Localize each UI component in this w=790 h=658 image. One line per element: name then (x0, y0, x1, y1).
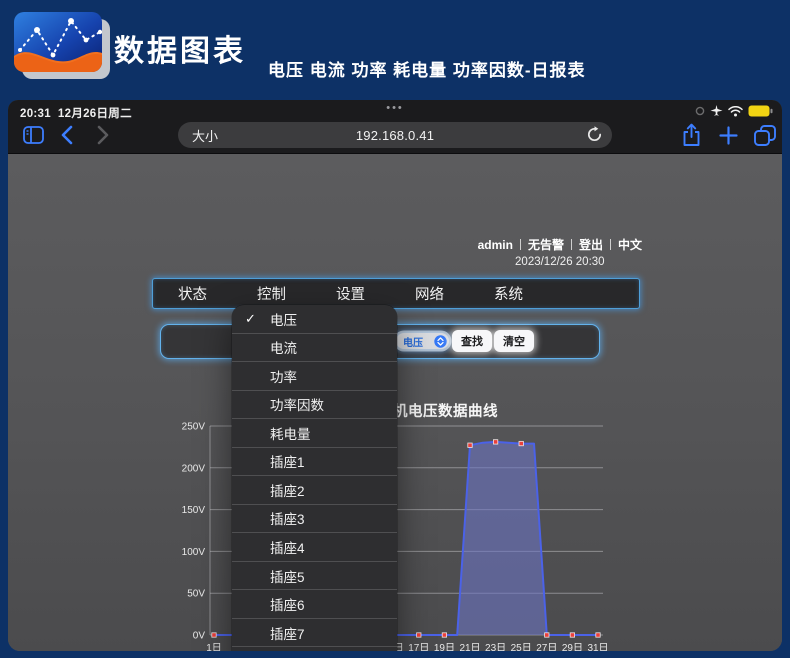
url-text[interactable]: 192.168.0.41 (178, 128, 612, 143)
dropdown-item[interactable]: 插座3 (232, 504, 397, 533)
address-bar[interactable]: 大小 192.168.0.41 (178, 122, 612, 148)
ipad-screen: 20:31 12月26日周二 ••• (8, 100, 782, 651)
svg-text:17日: 17日 (408, 643, 429, 651)
dropdown-item[interactable]: 插座7 (232, 618, 397, 647)
svg-text:50V: 50V (187, 589, 205, 600)
orientation-lock-icon (695, 106, 705, 116)
app-title: 数据图表 (114, 26, 246, 70)
metric-select-value: 电压 (403, 334, 434, 349)
svg-text:19日: 19日 (434, 643, 455, 651)
svg-text:150V: 150V (182, 505, 206, 516)
dropdown-item[interactable]: 耗电量 (232, 418, 397, 447)
tabs-button[interactable] (752, 122, 778, 148)
user-name-link[interactable]: admin (478, 238, 513, 252)
share-button[interactable] (680, 122, 702, 148)
metric-dropdown: ✓电压电流功率功率因数耗电量插座1插座2插座3插座4插座5插座6插座7插座8 (232, 305, 397, 651)
language-link[interactable]: 中文 (618, 236, 642, 253)
dropdown-item[interactable]: 功率因数 (232, 390, 397, 419)
reload-button[interactable] (586, 126, 603, 143)
svg-text:23日: 23日 (485, 643, 506, 651)
svg-text:31日: 31日 (587, 643, 608, 651)
dropdown-item[interactable]: 插座4 (232, 532, 397, 561)
svg-text:0V: 0V (193, 631, 206, 642)
logout-link[interactable]: 登出 (579, 236, 603, 253)
dropdown-item[interactable]: 插座8 (232, 646, 397, 651)
dropdown-item[interactable]: 插座1 (232, 447, 397, 476)
battery-icon (748, 105, 773, 117)
sidebar-toggle-button[interactable] (22, 122, 44, 148)
svg-text:21日: 21日 (459, 643, 480, 651)
metric-select[interactable]: 电压 (396, 333, 449, 349)
svg-text:250V: 250V (182, 422, 206, 433)
checkmark-icon: ✓ (245, 311, 256, 327)
device-datetime: 2023/12/26 20:30 (478, 256, 642, 268)
dropdown-item[interactable]: 插座5 (232, 561, 397, 590)
app-logo (10, 8, 114, 84)
select-chevrons-icon (434, 335, 447, 348)
svg-text:1日: 1日 (206, 643, 222, 651)
safari-chrome: 20:31 12月26日周二 ••• (8, 100, 782, 154)
svg-text:200V: 200V (182, 463, 206, 474)
web-page: admin 无告警 登出 中文 2023/12/26 20:30 状态控制设置网… (8, 153, 782, 651)
user-bar: admin 无告警 登出 中文 2023/12/26 20:30 (478, 236, 642, 268)
alarm-status-link[interactable]: 无告警 (528, 236, 564, 253)
wifi-icon (728, 106, 743, 117)
clear-button[interactable]: 清空 (494, 330, 534, 352)
find-button[interactable]: 查找 (452, 330, 492, 352)
svg-text:25日: 25日 (511, 643, 532, 651)
svg-text:100V: 100V (182, 547, 206, 558)
multitask-ellipsis[interactable]: ••• (8, 102, 782, 114)
nav-item-设置[interactable]: 设置 (311, 283, 390, 304)
svg-text:27日: 27日 (536, 643, 557, 651)
back-button[interactable] (60, 122, 74, 148)
nav-item-系统[interactable]: 系统 (469, 283, 548, 304)
dropdown-item[interactable]: 插座2 (232, 475, 397, 504)
dropdown-item[interactable]: 功率 (232, 361, 397, 390)
new-tab-button[interactable] (717, 122, 739, 148)
dropdown-item[interactable]: 电流 (232, 333, 397, 362)
airplane-icon (710, 105, 723, 117)
nav-item-网络[interactable]: 网络 (390, 283, 469, 304)
nav-item-状态[interactable]: 状态 (153, 283, 232, 304)
dropdown-item[interactable]: 插座6 (232, 589, 397, 618)
forward-button[interactable] (96, 122, 110, 148)
svg-text:29日: 29日 (562, 643, 583, 651)
nav-item-控制[interactable]: 控制 (232, 283, 311, 304)
report-subtitle: 电压 电流 功率 耗电量 功率因数-日报表 (268, 56, 586, 81)
dropdown-item[interactable]: ✓电压 (232, 305, 397, 333)
